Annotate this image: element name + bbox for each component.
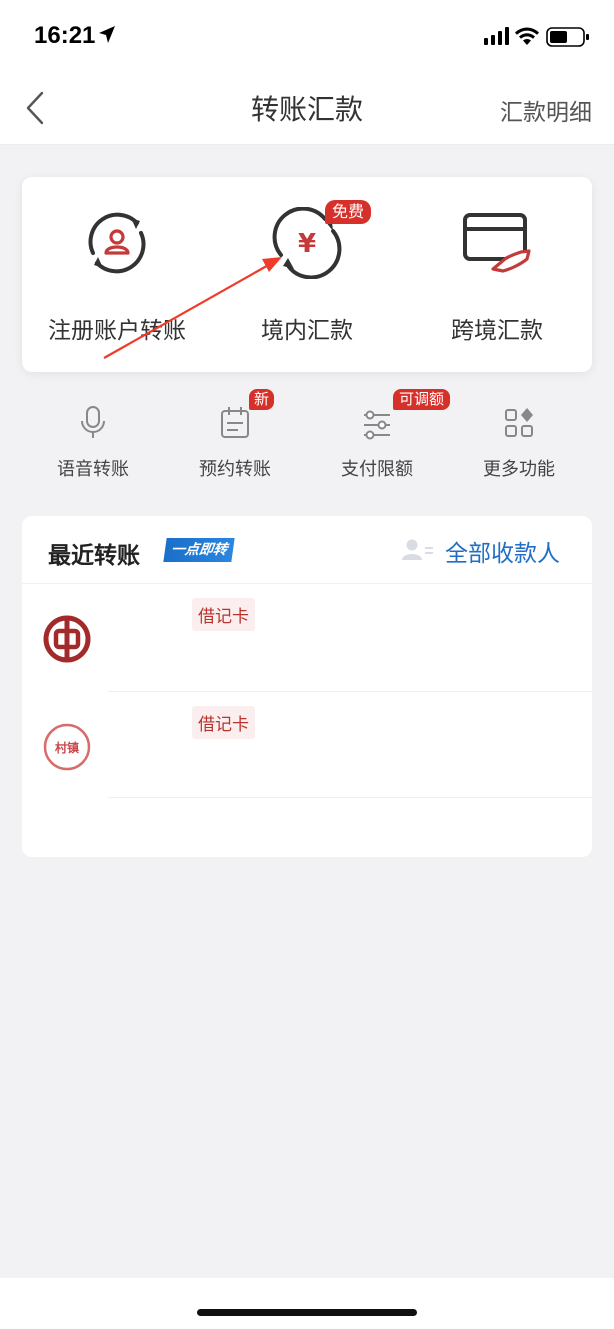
recent-transfer-row[interactable]: 村镇 借记卡 — [22, 694, 592, 800]
recent-transfer-row[interactable]: 借记卡 — [22, 586, 592, 692]
calendar-icon — [221, 407, 249, 438]
cellular-signal-icon — [484, 27, 509, 45]
sliders-icon — [364, 410, 390, 440]
more-features-button[interactable]: 更多功能 — [448, 405, 590, 485]
user-cycle-icon — [88, 212, 146, 274]
free-badge: 免费 — [325, 200, 372, 224]
more-features-label: 更多功能 — [483, 459, 555, 480]
voice-transfer-button[interactable]: 语音转账 — [22, 405, 164, 485]
status-time: 16:21 — [34, 22, 96, 49]
recent-transfers-header: 最近转账 一点即转 全部收款人 — [22, 516, 592, 584]
microphone-icon — [81, 406, 105, 438]
adjustable-badge: 可调额 — [393, 389, 451, 410]
card-type-badge: 借记卡 — [192, 706, 255, 739]
bottom-safe-area — [0, 1278, 614, 1329]
village-bank-text: 村镇 — [55, 740, 79, 755]
location-arrow-icon — [99, 26, 115, 43]
one-tap-transfer-tag: 一点即转 — [163, 538, 235, 562]
village-bank-logo: 村镇 — [43, 723, 91, 771]
card-hand-icon — [463, 213, 531, 273]
home-indicator[interactable] — [197, 1309, 417, 1316]
recent-transfers-card: 最近转账 一点即转 全部收款人 借记卡 村镇 借记卡 — [22, 516, 592, 857]
new-badge: 新 — [249, 389, 275, 410]
wifi-icon — [515, 27, 539, 45]
payment-limit-button[interactable]: 支付限额 — [306, 405, 448, 485]
card-type-badge: 借记卡 — [192, 598, 255, 631]
voice-transfer-label: 语音转账 — [57, 459, 129, 480]
main-actions-card: 注册账户转账 ¥ 境内汇款 跨境汇款 — [22, 177, 592, 372]
remittance-details-link[interactable]: 汇款明细 — [500, 93, 592, 127]
bank-of-china-logo — [43, 615, 91, 663]
svg-text:¥: ¥ — [298, 229, 316, 259]
scheduled-transfer-button[interactable]: 预约转账 — [164, 405, 306, 485]
cross-border-remittance-button[interactable]: 跨境汇款 — [402, 177, 592, 372]
cross-border-remittance-label: 跨境汇款 — [451, 318, 543, 344]
payment-limit-label: 支付限额 — [341, 459, 413, 480]
domestic-remittance-button[interactable]: ¥ 境内汇款 — [212, 177, 402, 372]
grid-icon — [505, 408, 533, 437]
row-divider — [108, 691, 592, 692]
scheduled-transfer-label: 预约转账 — [199, 459, 271, 480]
row-divider — [108, 797, 592, 798]
recent-transfers-title: 最近转账 — [48, 543, 140, 569]
battery-icon — [546, 27, 589, 47]
registered-account-transfer-button[interactable]: 注册账户转账 — [22, 177, 212, 372]
all-payees-link[interactable]: 全部收款人 — [445, 534, 560, 568]
payees-icon — [402, 539, 433, 560]
registered-account-transfer-label: 注册账户转账 — [48, 318, 186, 344]
domestic-remittance-label: 境内汇款 — [261, 318, 353, 344]
